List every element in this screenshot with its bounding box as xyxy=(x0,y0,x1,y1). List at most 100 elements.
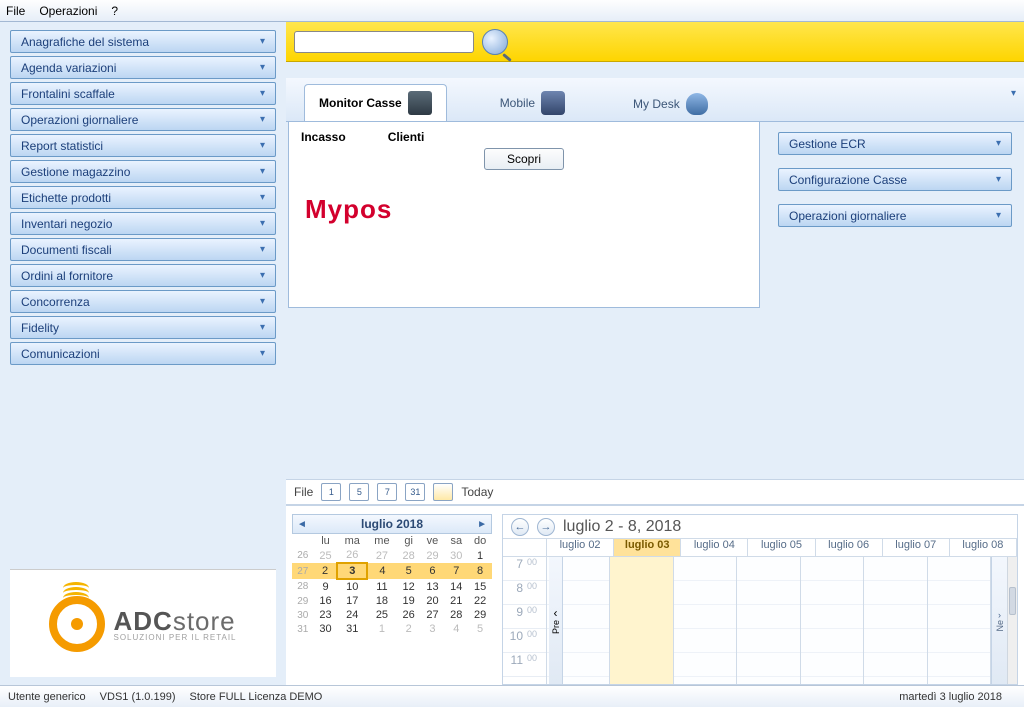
view-week-icon[interactable]: 7 xyxy=(377,483,397,501)
view-workweek-icon[interactable]: 5 xyxy=(349,483,369,501)
calendar-day[interactable]: 29 xyxy=(421,548,445,563)
week-day-header[interactable]: luglio 06 xyxy=(816,539,883,556)
calendar-day[interactable]: 26 xyxy=(337,548,367,563)
calendar-day[interactable]: 11 xyxy=(367,579,397,594)
calendar-day[interactable]: 16 xyxy=(314,594,338,608)
cal-file-menu[interactable]: File xyxy=(294,485,313,499)
sidebar-item-concorrenza[interactable]: Concorrenza▾ xyxy=(10,290,276,313)
calendar-day[interactable]: 24 xyxy=(337,608,367,622)
calendar-day[interactable]: 9 xyxy=(314,579,338,594)
calendar-day[interactable]: 23 xyxy=(314,608,338,622)
calendar-day[interactable]: 22 xyxy=(468,594,492,608)
calendar-day[interactable]: 27 xyxy=(421,608,445,622)
calendar-day[interactable]: 15 xyxy=(468,579,492,594)
calendar-day[interactable]: 31 xyxy=(337,622,367,636)
week-day-header[interactable]: luglio 03 xyxy=(614,539,681,556)
panel-config-casse[interactable]: Configurazione Casse▾ xyxy=(778,168,1012,191)
sidebar-item-report[interactable]: Report statistici▾ xyxy=(10,134,276,157)
week-next-icon[interactable]: → xyxy=(537,518,555,536)
calendar-day[interactable]: 27 xyxy=(367,548,397,563)
sidebar-item-comunicazioni[interactable]: Comunicazioni▾ xyxy=(10,342,276,365)
calendar-day[interactable]: 1 xyxy=(367,622,397,636)
sidebar-item-fidelity[interactable]: Fidelity▾ xyxy=(10,316,276,339)
week-day-column[interactable] xyxy=(674,557,737,684)
cal-prev-month-icon[interactable]: ◄ xyxy=(297,519,307,530)
view-today-icon[interactable] xyxy=(433,483,453,501)
calendar-day[interactable]: 26 xyxy=(397,608,421,622)
week-day-column[interactable] xyxy=(864,557,927,684)
week-day-header[interactable]: luglio 07 xyxy=(883,539,950,556)
sidebar-item-ordini[interactable]: Ordini al fornitore▾ xyxy=(10,264,276,287)
calendar-day[interactable]: 2 xyxy=(397,622,421,636)
calendar-day[interactable]: 28 xyxy=(444,608,468,622)
tab-mydesk[interactable]: My Desk xyxy=(618,86,723,121)
week-day-header[interactable]: luglio 04 xyxy=(681,539,748,556)
sidebar-item-anagrafiche[interactable]: Anagrafiche del sistema▾ xyxy=(10,30,276,53)
calendar-day[interactable]: 12 xyxy=(397,579,421,594)
calendar-day[interactable]: 19 xyxy=(397,594,421,608)
calendar-day[interactable]: 18 xyxy=(367,594,397,608)
tab-monitor-casse[interactable]: Monitor Casse xyxy=(304,84,447,121)
calendar-day[interactable]: 30 xyxy=(444,548,468,563)
week-day-header[interactable]: luglio 02 xyxy=(547,539,614,556)
sidebar-item-op-giornaliere[interactable]: Operazioni giornaliere▾ xyxy=(10,108,276,131)
calendar-day[interactable]: 7 xyxy=(444,563,468,579)
tab-overflow-chevron-icon[interactable]: ▾ xyxy=(1011,88,1016,99)
week-day-header[interactable]: luglio 08 xyxy=(950,539,1017,556)
week-next-tab[interactable]: › Ne xyxy=(991,557,1007,684)
calendar-day[interactable]: 5 xyxy=(397,563,421,579)
tab-mobile[interactable]: Mobile xyxy=(485,84,580,121)
sidebar-item-inventari[interactable]: Inventari negozio▾ xyxy=(10,212,276,235)
panel-op-giornaliere[interactable]: Operazioni giornaliere▾ xyxy=(778,204,1012,227)
calendar-day[interactable]: 4 xyxy=(444,622,468,636)
calendar-day[interactable]: 13 xyxy=(421,579,445,594)
calendar-day[interactable]: 20 xyxy=(421,594,445,608)
week-number: 27 xyxy=(292,563,314,579)
calendar-day[interactable]: 3 xyxy=(337,563,367,579)
cal-next-month-icon[interactable]: ► xyxy=(477,519,487,530)
calendar-day[interactable]: 1 xyxy=(468,548,492,563)
calendar-day[interactable]: 5 xyxy=(468,622,492,636)
sidebar-item-fiscali[interactable]: Documenti fiscali▾ xyxy=(10,238,276,261)
calendar-day[interactable]: 14 xyxy=(444,579,468,594)
calendar-day[interactable]: 3 xyxy=(421,622,445,636)
sidebar-item-frontalini[interactable]: Frontalini scaffale▾ xyxy=(10,82,276,105)
week-day-column[interactable] xyxy=(610,557,673,684)
calendar-day[interactable]: 25 xyxy=(314,548,338,563)
view-day-icon[interactable]: 1 xyxy=(321,483,341,501)
calendar-day[interactable]: 10 xyxy=(337,579,367,594)
calendar-day[interactable]: 21 xyxy=(444,594,468,608)
logo-text: ADCstore xyxy=(113,606,236,637)
menu-file[interactable]: File xyxy=(6,4,25,18)
calendar-day[interactable]: 2 xyxy=(314,563,338,579)
view-month-icon[interactable]: 31 xyxy=(405,483,425,501)
menu-help[interactable]: ? xyxy=(111,4,118,18)
panel-gestione-ecr[interactable]: Gestione ECR▾ xyxy=(778,132,1012,155)
mini-calendar[interactable]: ◄ luglio 2018 ► lumamegivesado2625262728… xyxy=(292,514,492,685)
search-icon[interactable] xyxy=(482,29,508,55)
sidebar-item-etichette[interactable]: Etichette prodotti▾ xyxy=(10,186,276,209)
week-day-header[interactable]: luglio 05 xyxy=(748,539,815,556)
chevron-down-icon: ▾ xyxy=(996,174,1001,185)
sidebar-item-agenda[interactable]: Agenda variazioni▾ xyxy=(10,56,276,79)
sidebar-item-magazzino[interactable]: Gestione magazzino▾ xyxy=(10,160,276,183)
search-input[interactable] xyxy=(294,31,474,53)
week-day-column[interactable] xyxy=(928,557,991,684)
week-prev-tab[interactable]: ‹ Pre xyxy=(549,557,563,684)
scrollbar[interactable] xyxy=(1007,557,1017,684)
week-day-column[interactable] xyxy=(737,557,800,684)
today-label[interactable]: Today xyxy=(461,485,493,499)
week-prev-icon[interactable]: ← xyxy=(511,518,529,536)
calendar-day[interactable]: 8 xyxy=(468,563,492,579)
calendar-day[interactable]: 17 xyxy=(337,594,367,608)
calendar-day[interactable]: 6 xyxy=(421,563,445,579)
scopri-button[interactable]: Scopri xyxy=(484,148,564,170)
calendar-day[interactable]: 25 xyxy=(367,608,397,622)
calendar-day[interactable]: 28 xyxy=(397,548,421,563)
week-view[interactable]: ← → luglio 2 - 8, 2018 luglio 02luglio 0… xyxy=(502,514,1018,685)
menu-operazioni[interactable]: Operazioni xyxy=(39,4,97,18)
calendar-day[interactable]: 29 xyxy=(468,608,492,622)
week-day-column[interactable] xyxy=(801,557,864,684)
calendar-day[interactable]: 30 xyxy=(314,622,338,636)
calendar-day[interactable]: 4 xyxy=(367,563,397,579)
